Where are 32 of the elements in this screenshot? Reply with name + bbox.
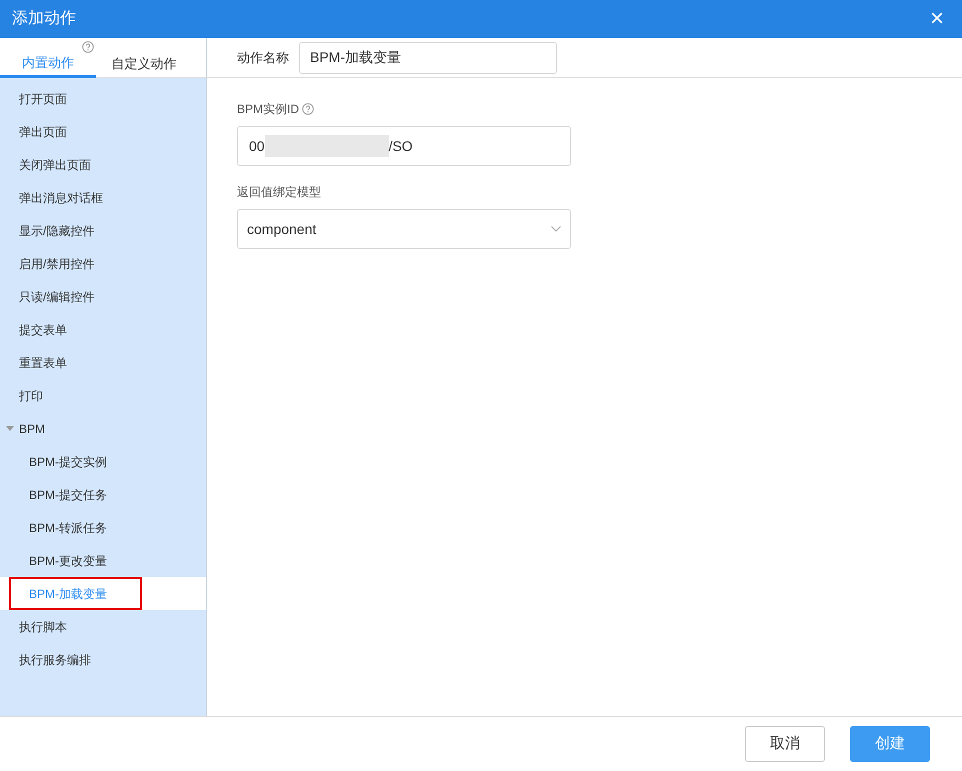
field-value: 00 [249,136,265,156]
action-item[interactable]: 执行服务编排 [0,643,206,676]
field-value: /SO [388,136,413,156]
tab[interactable]: 自定义动作 [96,38,192,78]
action-item[interactable]: 弹出页面 [0,115,206,148]
action-item[interactable]: 打开页面 [0,82,206,115]
action-name-field[interactable]: BPM-加载变量 [299,42,557,74]
action-item[interactable]: 打印 [0,379,206,412]
action-item[interactable]: BPM-提交实例 [0,445,206,478]
action-item[interactable]: 只读/编辑控件 [0,280,206,313]
help-icon [82,41,94,53]
action-item[interactable]: 提交表单 [0,313,206,346]
action-item[interactable]: 启用/禁用控件 [0,247,206,280]
action-item[interactable]: BPM-提交任务 [0,478,206,511]
chevron-down-icon [551,226,561,232]
action-item[interactable]: BPM-转派任务 [0,511,206,544]
close-button[interactable]: × [930,7,950,31]
window-title: 添加动作 [12,8,76,29]
action-item[interactable]: BPM-更改变量 [0,544,206,577]
field-label: 动作名称 [237,48,289,67]
model-select[interactable]: component [237,209,571,249]
action-item[interactable]: BPM [0,412,206,445]
action-item[interactable]: 执行脚本 [0,610,206,643]
action-item[interactable]: 显示/隐藏控件 [0,214,206,247]
instance-id-field[interactable]: 00 /SO [237,126,571,166]
action-item[interactable]: 关闭弹出页面 [0,148,206,181]
action-item[interactable]: 弹出消息对话框 [0,181,206,214]
cancel-button[interactable]: 取消 [745,726,825,762]
field-label: BPM实例ID [237,101,300,118]
caret-icon [6,426,14,431]
field-label: 返回值绑定模型 [237,184,321,201]
action-item[interactable]: 重置表单 [0,346,206,379]
